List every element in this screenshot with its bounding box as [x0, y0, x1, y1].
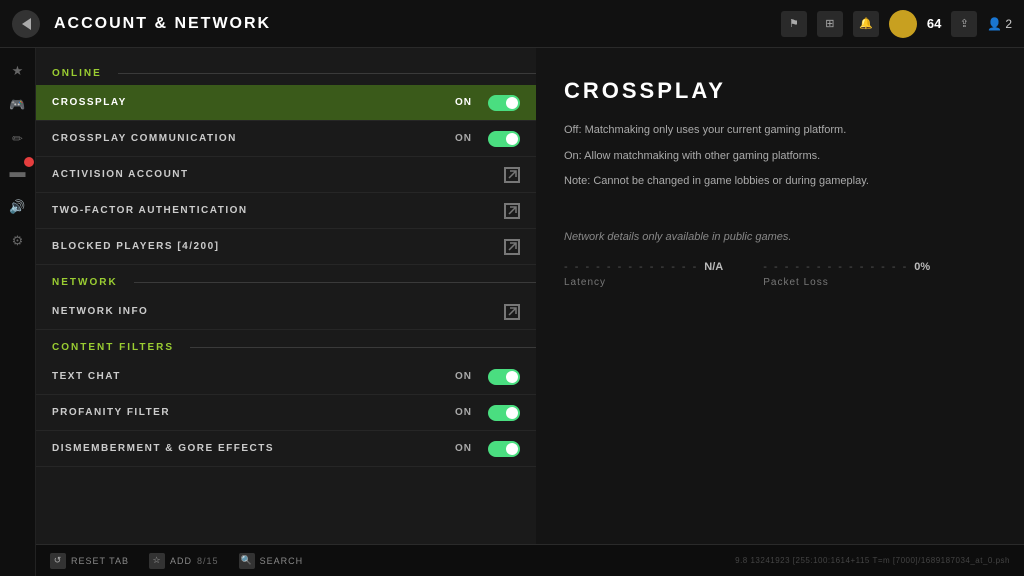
text-chat-toggle[interactable] — [488, 369, 520, 385]
crossplay-comm-label: CROSSPLAY COMMUNICATION — [52, 133, 455, 144]
back-arrow-icon — [22, 18, 31, 30]
header-right-icons: ⚑ ⊞ 🔔 64 ⇪ 👤 2 — [781, 10, 1012, 38]
crossplay-toggle[interactable] — [488, 95, 520, 111]
add-action[interactable]: ☆ ADD 8/15 — [149, 553, 219, 569]
content-filters-line — [190, 347, 536, 348]
search-icon: 🔍 — [239, 553, 255, 569]
network-section-label: NETWORK — [36, 273, 134, 292]
main-content: ONLINE CROSSPLAY ON CROSSPLAY COMMUNICAT… — [36, 48, 1024, 576]
2fa-ext-icon — [504, 203, 520, 219]
desc-line-1: Off: Matchmaking only uses your current … — [564, 122, 996, 140]
latency-line: - - - - - - - - - - - - - N/A — [564, 261, 723, 273]
setting-row-crossplay[interactable]: CROSSPLAY ON — [36, 85, 536, 121]
reset-tab-action[interactable]: ↺ RESET TAB — [50, 553, 129, 569]
notif-dot: ▬ — [10, 164, 26, 182]
players-icon: 👤 — [987, 17, 1002, 31]
share-icon[interactable]: ⇪ — [951, 11, 977, 37]
crossplay-label: CROSSPLAY — [52, 97, 455, 108]
search-action[interactable]: 🔍 SEARCH — [239, 553, 304, 569]
packet-loss-value: 0% — [914, 261, 930, 273]
back-button[interactable] — [12, 10, 40, 38]
profanity-value: ON — [455, 407, 472, 418]
sidebar-icon-notif[interactable]: ▬ — [5, 160, 31, 186]
blocked-ext-icon — [504, 239, 520, 255]
latency-stat: - - - - - - - - - - - - - N/A Latency — [564, 261, 723, 288]
player-score: 64 — [927, 16, 941, 31]
setting-row-crossplay-comm[interactable]: CROSSPLAY COMMUNICATION ON — [36, 121, 536, 157]
profanity-toggle[interactable] — [488, 405, 520, 421]
gore-value: ON — [455, 443, 472, 454]
latency-label: Latency — [564, 277, 723, 288]
online-section-label: ONLINE — [36, 64, 118, 83]
network-info-ext-icon — [504, 304, 520, 320]
version-text: 9.8 13241923 [255:100:1614+115 T=m [7000… — [735, 556, 1010, 565]
content-filters-header-row: CONTENT FILTERS — [36, 338, 536, 357]
search-label: SEARCH — [260, 556, 304, 566]
avatar[interactable] — [889, 10, 917, 38]
latency-dashes: - - - - - - - - - - - - - — [564, 261, 698, 273]
text-chat-value: ON — [455, 371, 472, 382]
network-info-label: NETWORK INFO — [52, 306, 504, 317]
crossplay-value: ON — [455, 97, 472, 108]
activision-label: ACTIVISION ACCOUNT — [52, 169, 504, 180]
notif-badge — [24, 157, 34, 167]
activision-ext-icon — [504, 167, 520, 183]
sidebar-icon-gamepad[interactable]: 🎮 — [5, 92, 31, 118]
setting-row-gore[interactable]: DISMEMBERMENT & GORE EFFECTS ON — [36, 431, 536, 467]
sidebar-icon-edit[interactable]: ✏ — [5, 126, 31, 152]
setting-row-network-info[interactable]: NETWORK INFO — [36, 294, 536, 330]
packet-loss-dashes: - - - - - - - - - - - - - - — [763, 261, 908, 273]
packet-loss-line: - - - - - - - - - - - - - - 0% — [763, 261, 930, 273]
packet-loss-label: Packet Loss — [763, 277, 930, 288]
left-sidebar: ★ 🎮 ✏ ▬ 🔊 ⚙ — [0, 48, 36, 576]
content-filters-label: CONTENT FILTERS — [36, 338, 190, 357]
add-label: ADD — [170, 556, 192, 566]
network-note: Network details only available in public… — [564, 231, 996, 243]
favorites-count: 8/15 — [197, 556, 219, 566]
description-panel: CROSSPLAY Off: Matchmaking only uses you… — [536, 48, 1024, 576]
settings-panel: ONLINE CROSSPLAY ON CROSSPLAY COMMUNICAT… — [36, 48, 536, 576]
online-section-header-row: ONLINE — [36, 64, 536, 83]
reset-icon: ↺ — [50, 553, 66, 569]
setting-row-activision[interactable]: ACTIVISION ACCOUNT — [36, 157, 536, 193]
bottom-bar: ↺ RESET TAB ☆ ADD 8/15 🔍 SEARCH 9.8 1324… — [36, 544, 1024, 576]
sidebar-icon-settings[interactable]: ⚙ — [5, 228, 31, 254]
description-title: CROSSPLAY — [564, 78, 996, 104]
setting-row-2fa[interactable]: TWO-FACTOR AUTHENTICATION — [36, 193, 536, 229]
players-count: 👤 2 — [987, 17, 1012, 31]
gore-label: DISMEMBERMENT & GORE EFFECTS — [52, 443, 455, 454]
crossplay-comm-toggle[interactable] — [488, 131, 520, 147]
2fa-label: TWO-FACTOR AUTHENTICATION — [52, 205, 504, 216]
gore-toggle[interactable] — [488, 441, 520, 457]
page-title: ACCOUNT & NETWORK — [54, 15, 271, 33]
setting-row-profanity[interactable]: PROFANITY FILTER ON — [36, 395, 536, 431]
sidebar-icon-sound[interactable]: 🔊 — [5, 194, 31, 220]
grid-icon[interactable]: ⊞ — [817, 11, 843, 37]
profanity-label: PROFANITY FILTER — [52, 407, 455, 418]
setting-row-blocked[interactable]: BLOCKED PLAYERS [4/200] — [36, 229, 536, 265]
network-section-header-row: NETWORK — [36, 273, 536, 292]
latency-value: N/A — [704, 261, 723, 273]
sidebar-icon-star[interactable]: ★ — [5, 58, 31, 84]
reset-label: RESET TAB — [71, 556, 129, 566]
flag-icon[interactable]: ⚑ — [781, 11, 807, 37]
network-info-section: Network details only available in public… — [564, 231, 996, 288]
text-chat-label: TEXT CHAT — [52, 371, 455, 382]
top-header: ACCOUNT & NETWORK ⚑ ⊞ 🔔 64 ⇪ 👤 2 — [0, 0, 1024, 48]
network-header-line — [134, 282, 536, 283]
add-icon: ☆ — [149, 553, 165, 569]
packet-loss-stat: - - - - - - - - - - - - - - 0% Packet Lo… — [763, 261, 930, 288]
bell-icon[interactable]: 🔔 — [853, 11, 879, 37]
setting-row-text-chat[interactable]: TEXT CHAT ON — [36, 359, 536, 395]
blocked-label: BLOCKED PLAYERS [4/200] — [52, 241, 504, 252]
network-stats: - - - - - - - - - - - - - N/A Latency - … — [564, 261, 996, 288]
desc-line-2: On: Allow matchmaking with other gaming … — [564, 148, 996, 166]
online-header-line — [118, 73, 536, 74]
desc-line-3: Note: Cannot be changed in game lobbies … — [564, 173, 996, 191]
crossplay-comm-value: ON — [455, 133, 472, 144]
